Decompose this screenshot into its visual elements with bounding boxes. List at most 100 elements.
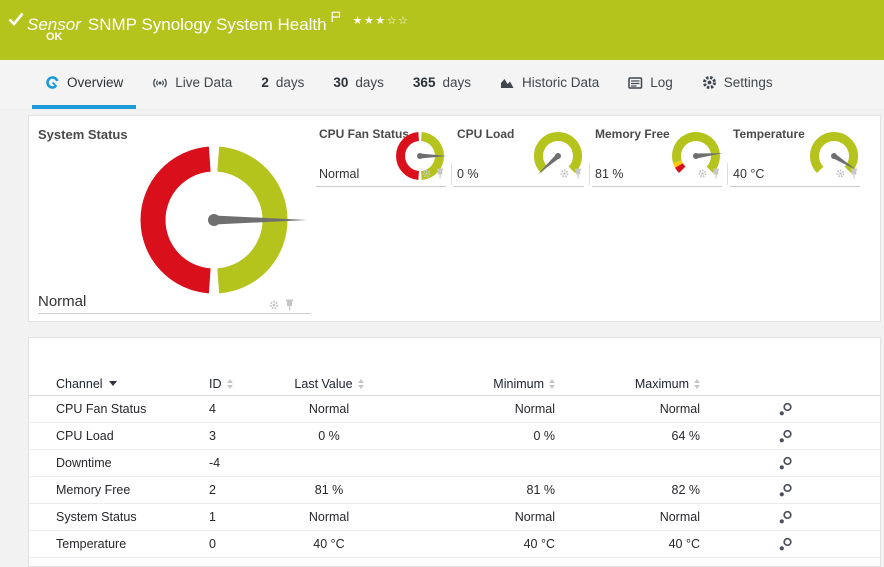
- gauge-cell-cpu-load: CPU Load 0 %: [451, 126, 589, 187]
- cell-channel: System Status: [56, 510, 209, 524]
- channel-settings-icon[interactable]: [706, 537, 880, 552]
- primary-gauge-title: System Status: [38, 127, 128, 142]
- overview-icon: [45, 75, 60, 90]
- gauge-title: CPU Load: [457, 127, 514, 141]
- tab-live-data[interactable]: Live Data: [139, 60, 245, 109]
- tab-label: Settings: [724, 75, 773, 90]
- gauges-panel: System Status Normal CPU Fan Status Norm…: [28, 115, 881, 322]
- cell-minimum: 40 °C: [399, 537, 561, 551]
- channel-settings-icon[interactable]: [706, 402, 880, 417]
- table-header-row: Channel ID Last Value Minimum Maximum: [29, 372, 880, 396]
- sensor-title-line: SensorSNMP Synology System Health★★★☆☆: [27, 8, 409, 35]
- channel-settings-icon[interactable]: [706, 483, 880, 498]
- tab-day-count: 2: [261, 75, 269, 90]
- page-title: SNMP Synology System Health: [88, 15, 327, 34]
- cell-channel: CPU Load: [56, 429, 209, 443]
- tab-log[interactable]: Log: [615, 60, 686, 109]
- status-badge: OK: [46, 31, 63, 43]
- channels-panel: Channel ID Last Value Minimum Maximum CP…: [28, 337, 881, 567]
- table-row: Temperature 0 40 °C 40 °C 40 °C: [29, 531, 880, 558]
- cell-minimum: 81 %: [399, 483, 561, 497]
- gauge-cell-memory-free: Memory Free 81 %: [589, 126, 727, 187]
- tab-label: days: [442, 75, 471, 90]
- table-row: Downtime -4: [29, 450, 880, 477]
- gauge-pin-icon[interactable]: [574, 166, 582, 184]
- tab-settings[interactable]: Settings: [689, 60, 786, 109]
- gauge-cell-cpu-fan-status: CPU Fan Status Normal: [313, 126, 451, 187]
- tab-label: days: [276, 75, 305, 90]
- cell-last-value: Normal: [259, 402, 399, 416]
- cell-last-value: 0 %: [259, 429, 399, 443]
- gauge-value: Normal: [319, 167, 359, 181]
- gauge-settings-gear-icon[interactable]: [835, 166, 846, 184]
- sort-icon: [549, 379, 555, 389]
- gauge-underline: [592, 186, 722, 187]
- gauge-pin-icon[interactable]: [712, 166, 720, 184]
- tab-label: Live Data: [175, 75, 232, 90]
- cell-last-value: 40 °C: [259, 537, 399, 551]
- gauge-cell-temperature: Temperature 40 °C: [727, 126, 865, 187]
- cell-maximum: 64 %: [561, 429, 706, 443]
- cell-minimum: Normal: [399, 510, 561, 524]
- system-status-gauge: [126, 132, 318, 308]
- cell-id: -4: [209, 456, 259, 470]
- cell-last-value: 81 %: [259, 483, 399, 497]
- column-header-maximum[interactable]: Maximum: [561, 377, 706, 391]
- tab-label: Overview: [67, 75, 123, 90]
- gauge-underline: [316, 186, 446, 187]
- sort-icon: [358, 379, 364, 389]
- cell-id: 1: [209, 510, 259, 524]
- table-body: CPU Fan Status 4 Normal Normal Normal CP…: [29, 396, 880, 558]
- priority-stars[interactable]: ★★★☆☆: [353, 15, 410, 27]
- cell-minimum: 0 %: [399, 429, 561, 443]
- tab-historic-data[interactable]: Historic Data: [487, 60, 612, 109]
- settings-icon: [702, 75, 717, 90]
- gauge-pin-icon[interactable]: [436, 166, 444, 184]
- cell-channel: Downtime: [56, 456, 209, 470]
- sort-icon: [227, 379, 233, 389]
- tab-365-days[interactable]: 365 days: [400, 60, 484, 109]
- column-header-last-value[interactable]: Last Value: [259, 377, 399, 391]
- table-row: CPU Load 3 0 % 0 % 64 %: [29, 423, 880, 450]
- cell-id: 2: [209, 483, 259, 497]
- cell-minimum: Normal: [399, 402, 561, 416]
- gauge-settings-gear-icon[interactable]: [697, 166, 708, 184]
- column-header-id[interactable]: ID: [209, 377, 259, 391]
- cell-channel: Memory Free: [56, 483, 209, 497]
- ok-check-icon: [8, 11, 24, 27]
- column-header-minimum[interactable]: Minimum: [399, 377, 561, 391]
- flag-icon[interactable]: [331, 8, 341, 27]
- channel-settings-icon[interactable]: [706, 456, 880, 471]
- tab-2-days[interactable]: 2 days: [248, 60, 317, 109]
- gauge-pin-icon[interactable]: [850, 166, 858, 184]
- tab-30-days[interactable]: 30 days: [320, 60, 397, 109]
- column-header-channel[interactable]: Channel: [56, 377, 209, 391]
- table-row: CPU Fan Status 4 Normal Normal Normal: [29, 396, 880, 423]
- cell-id: 0: [209, 537, 259, 551]
- cell-maximum: Normal: [561, 402, 706, 416]
- channel-settings-icon[interactable]: [706, 510, 880, 525]
- gauge-settings-gear-icon[interactable]: [559, 166, 570, 184]
- gauge-settings-gear-icon[interactable]: [421, 166, 432, 184]
- channel-settings-icon[interactable]: [706, 429, 880, 444]
- tab-day-count: 365: [413, 75, 436, 90]
- primary-gauge-underline: [38, 313, 311, 314]
- gauge-underline: [454, 186, 584, 187]
- cell-maximum: 82 %: [561, 483, 706, 497]
- cell-last-value: Normal: [259, 510, 399, 524]
- gauge-title: Memory Free: [595, 127, 670, 141]
- gauge-value: 40 °C: [733, 167, 764, 181]
- tab-bar: Overview Live Data 2 days 30 days 365 da…: [0, 60, 884, 110]
- tab-label: days: [355, 75, 384, 90]
- primary-gauge-value: Normal: [38, 293, 86, 310]
- table-row: System Status 1 Normal Normal Normal: [29, 504, 880, 531]
- tab-overview[interactable]: Overview: [32, 60, 136, 109]
- cell-id: 3: [209, 429, 259, 443]
- sensor-header: SensorSNMP Synology System Health★★★☆☆ O…: [0, 0, 884, 60]
- log-icon: [628, 76, 643, 90]
- table-row: Memory Free 2 81 % 81 % 82 %: [29, 477, 880, 504]
- gauge-value: 0 %: [457, 167, 479, 181]
- cell-id: 4: [209, 402, 259, 416]
- live-icon: [152, 76, 168, 90]
- tab-day-count: 30: [333, 75, 348, 90]
